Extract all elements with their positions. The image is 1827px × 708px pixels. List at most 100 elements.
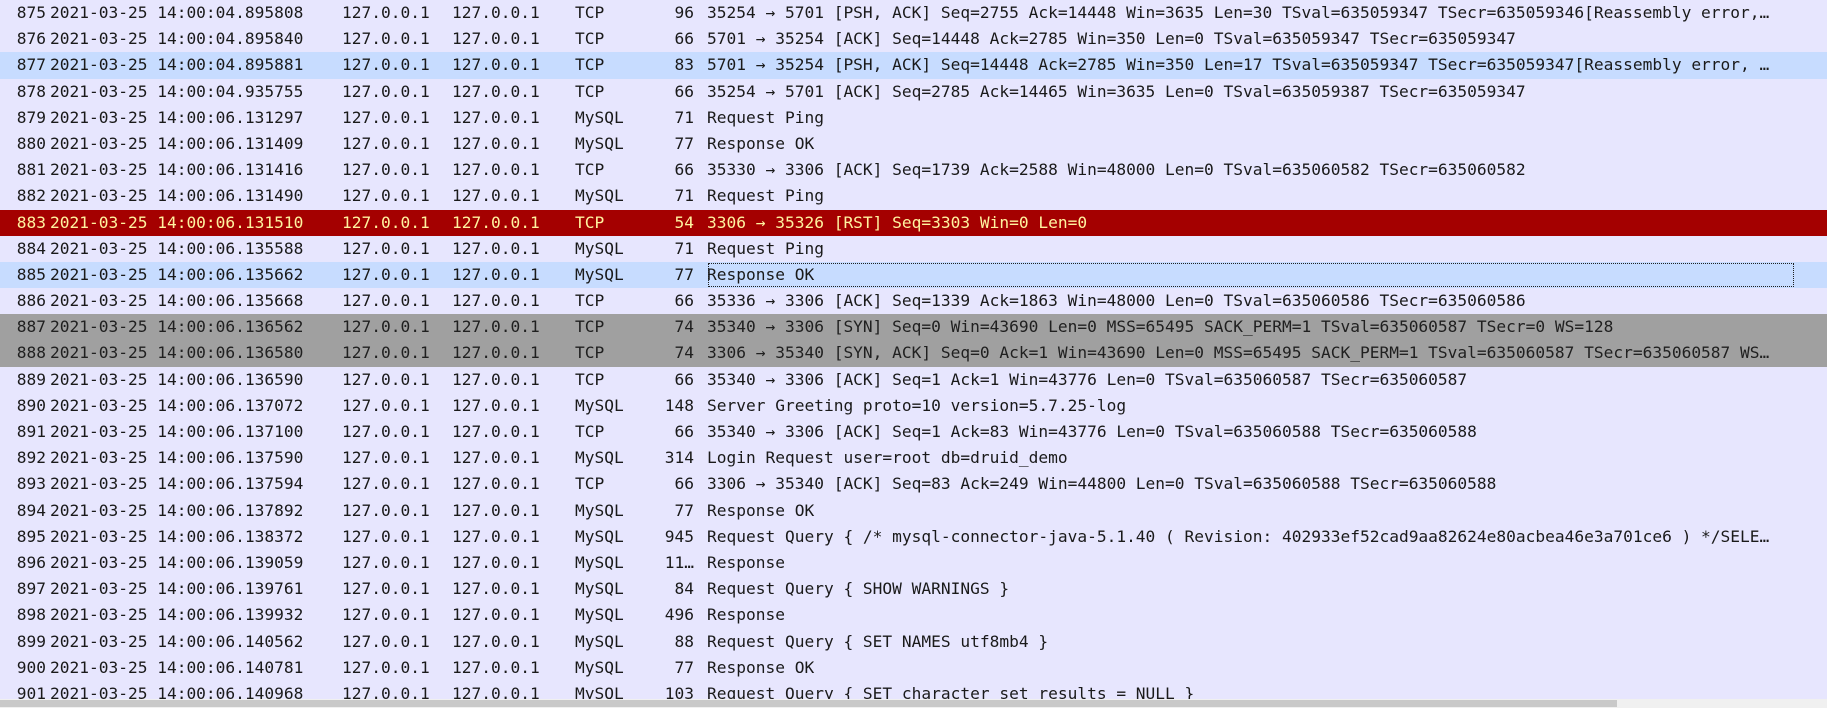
packet-number: 892 (16, 448, 46, 468)
packet-row[interactable]: 885 2021-03-25 14:00:06.135662 127.0.0.1 12… (0, 261, 1827, 289)
packet-destination: 127.0.0.1 (452, 55, 540, 75)
packet-row[interactable]: 876 2021-03-25 14:00:04.895840 127.0.0.1 12… (0, 26, 1827, 53)
packet-number: 883 (16, 212, 46, 232)
packet-row[interactable]: 895 2021-03-25 14:00:06.138372 127.0.0.1 12… (0, 523, 1827, 550)
packet-length: 74 (674, 343, 695, 363)
packet-info: Request Query { SHOW WARNINGS } (707, 579, 1010, 599)
packet-row[interactable]: 898 2021-03-25 14:00:06.139932 127.0.0.1 12… (0, 602, 1827, 629)
packet-row[interactable]: 883 2021-03-25 14:00:06.131510 127.0.0.1 12… (0, 209, 1827, 236)
packet-row[interactable]: 891 2021-03-25 14:00:06.137100 127.0.0.1 12… (0, 419, 1827, 446)
packet-source: 127.0.0.1 (342, 474, 430, 494)
packet-source: 127.0.0.1 (342, 657, 430, 677)
packet-protocol: TCP (575, 29, 605, 49)
packet-protocol: MySQL (575, 579, 624, 599)
packet-info: 3306 → 35340 [ACK] Seq=83 Ack=249 Win=44… (707, 474, 1497, 494)
packet-row[interactable]: 899 2021-03-25 14:00:06.140562 127.0.0.1 12… (0, 628, 1827, 655)
packet-protocol: MySQL (575, 264, 624, 284)
packet-length: 77 (674, 264, 695, 284)
packet-info: Request Ping (707, 238, 824, 258)
packet-list[interactable]: 875 2021-03-25 14:00:04.895808 127.0.0.1 12… (0, 0, 1827, 708)
packet-source: 127.0.0.1 (342, 107, 430, 127)
packet-destination: 127.0.0.1 (452, 448, 540, 468)
packet-row[interactable]: 882 2021-03-25 14:00:06.131490 127.0.0.1 12… (0, 183, 1827, 210)
packet-source: 127.0.0.1 (342, 212, 430, 232)
packet-protocol: TCP (575, 291, 605, 311)
packet-time: 2021-03-25 14:00:06.137590 (50, 448, 304, 468)
packet-source: 127.0.0.1 (342, 552, 430, 572)
packet-source: 127.0.0.1 (342, 422, 430, 441)
packet-row[interactable]: 887 2021-03-25 14:00:06.136562 127.0.0.1 12… (0, 314, 1827, 341)
packet-row[interactable]: 897 2021-03-25 14:00:06.139761 127.0.0.1 12… (0, 576, 1827, 603)
packet-info: Response OK (707, 133, 815, 153)
packet-row[interactable]: 886 2021-03-25 14:00:06.135668 127.0.0.1 12… (0, 288, 1827, 315)
packet-protocol: TCP (575, 317, 605, 337)
horizontal-scrollbar[interactable] (0, 699, 1827, 708)
packet-row[interactable]: 890 2021-03-25 14:00:06.137072 127.0.0.1 12… (0, 392, 1827, 419)
packet-length: 96 (674, 3, 695, 22)
packet-row[interactable]: 878 2021-03-25 14:00:04.935755 127.0.0.1 12… (0, 78, 1827, 105)
packet-row[interactable]: 879 2021-03-25 14:00:06.131297 127.0.0.1 12… (0, 104, 1827, 131)
packet-time: 2021-03-25 14:00:06.138372 (50, 526, 304, 546)
packet-info: 5701 → 35254 [PSH, ACK] Seq=14448 Ack=27… (707, 55, 1770, 75)
packet-row[interactable]: 894 2021-03-25 14:00:06.137892 127.0.0.1 12… (0, 497, 1827, 524)
packet-row[interactable]: 884 2021-03-25 14:00:06.135588 127.0.0.1 12… (0, 235, 1827, 262)
packet-destination: 127.0.0.1 (452, 474, 540, 494)
packet-destination: 127.0.0.1 (452, 29, 540, 49)
packet-length: 66 (674, 369, 695, 389)
packet-info: Server Greeting proto=10 version=5.7.25-… (707, 395, 1127, 415)
packet-destination: 127.0.0.1 (452, 238, 540, 258)
packet-source: 127.0.0.1 (342, 500, 430, 520)
packet-row[interactable]: 888 2021-03-25 14:00:06.136580 127.0.0.1 12… (0, 340, 1827, 367)
packet-info: 35254 → 5701 [PSH, ACK] Seq=2755 Ack=144… (707, 3, 1770, 22)
packet-row[interactable]: 896 2021-03-25 14:00:06.139059 127.0.0.1 12… (0, 549, 1827, 577)
packet-row[interactable]: 881 2021-03-25 14:00:06.131416 127.0.0.1 12… (0, 157, 1827, 184)
packet-length: 88 (674, 631, 695, 651)
packet-row[interactable]: 875 2021-03-25 14:00:04.895808 127.0.0.1 12… (0, 0, 1827, 27)
packet-destination: 127.0.0.1 (452, 526, 540, 546)
packet-info: Request Query { SET NAMES utf8mb4 } (707, 631, 1049, 651)
packet-number: 890 (16, 395, 46, 415)
packet-info: 35340 → 3306 [ACK] Seq=1 Ack=1 Win=43776… (707, 369, 1468, 389)
packet-time: 2021-03-25 14:00:06.137100 (50, 422, 304, 441)
packet-source: 127.0.0.1 (342, 343, 430, 363)
packet-length: 314 (664, 448, 694, 468)
packet-row[interactable]: 893 2021-03-25 14:00:06.137594 127.0.0.1 12… (0, 471, 1827, 498)
packet-info: 35340 → 3306 [SYN] Seq=0 Win=43690 Len=0… (707, 317, 1614, 337)
packet-time: 2021-03-25 14:00:06.140781 (50, 657, 304, 677)
packet-protocol: MySQL (575, 238, 624, 258)
packet-protocol: TCP (575, 369, 605, 389)
horizontal-scrollbar-thumb[interactable] (0, 700, 1617, 707)
packet-row[interactable]: 880 2021-03-25 14:00:06.131409 127.0.0.1 12… (0, 130, 1827, 158)
packet-row[interactable]: 877 2021-03-25 14:00:04.895881 127.0.0.1 12… (0, 52, 1827, 79)
packet-number: 878 (16, 81, 46, 101)
packet-length: 66 (674, 81, 695, 101)
packet-destination: 127.0.0.1 (452, 317, 540, 337)
packet-protocol: MySQL (575, 657, 624, 677)
packet-source: 127.0.0.1 (342, 448, 430, 468)
packet-destination: 127.0.0.1 (452, 81, 540, 101)
packet-number: 876 (16, 29, 46, 49)
packet-destination: 127.0.0.1 (452, 160, 540, 180)
packet-source: 127.0.0.1 (342, 133, 430, 153)
packet-destination: 127.0.0.1 (452, 552, 540, 572)
packet-time: 2021-03-25 14:00:06.135668 (50, 291, 304, 311)
packet-number: 884 (16, 238, 46, 258)
packet-number: 877 (16, 55, 46, 75)
packet-destination: 127.0.0.1 (452, 343, 540, 363)
packet-time: 2021-03-25 14:00:04.895881 (50, 55, 304, 75)
packet-time: 2021-03-25 14:00:06.131510 (50, 212, 304, 232)
packet-time: 2021-03-25 14:00:06.131490 (50, 186, 304, 206)
packet-protocol: MySQL (575, 186, 624, 206)
packet-source: 127.0.0.1 (342, 3, 430, 22)
packet-length: 66 (674, 474, 695, 494)
packet-row[interactable]: 892 2021-03-25 14:00:06.137590 127.0.0.1 12… (0, 445, 1827, 472)
packet-source: 127.0.0.1 (342, 264, 430, 284)
packet-number: 889 (16, 369, 46, 389)
packet-row[interactable]: 889 2021-03-25 14:00:06.136590 127.0.0.1 12… (0, 366, 1827, 393)
packet-length: 66 (674, 29, 695, 49)
packet-destination: 127.0.0.1 (452, 579, 540, 599)
packet-time: 2021-03-25 14:00:06.137594 (50, 474, 304, 494)
packet-row[interactable]: 900 2021-03-25 14:00:06.140781 127.0.0.1 12… (0, 654, 1827, 681)
packet-source: 127.0.0.1 (342, 395, 430, 415)
packet-source: 127.0.0.1 (342, 160, 430, 180)
